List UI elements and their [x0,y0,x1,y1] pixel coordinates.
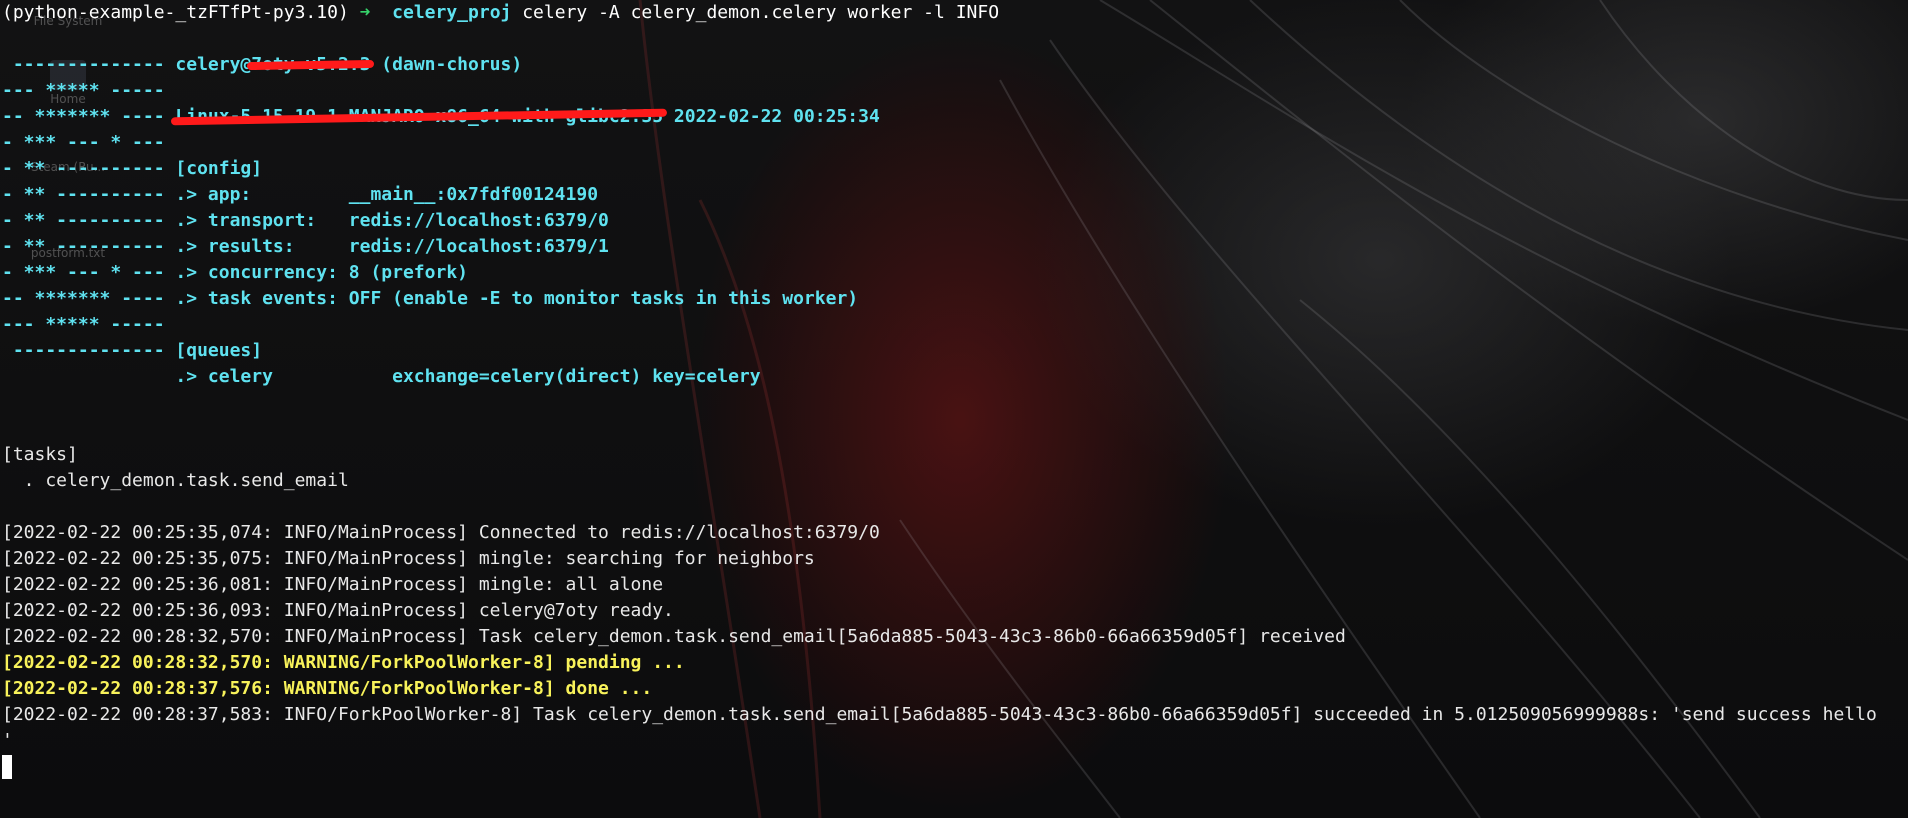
log-line: [2022-02-22 00:25:35,074: INFO/MainProce… [2,522,880,543]
config-header: [config] [175,158,263,179]
banner-line: -- ******* ---- .> task events: OFF (ena… [2,286,1908,312]
banner-art: -------------- [2,340,176,361]
tasks-header: [tasks] [2,444,78,465]
queues-header: [queues] [175,340,263,361]
config-transport: .> transport: redis://localhost:6379/0 [175,210,609,231]
banner-line: - ** ---------- .> transport: redis://lo… [2,208,1908,234]
banner-art: - ** ---------- [2,158,176,179]
banner-hostname: celery@ [175,54,252,75]
banner-line: - ** ---------- [config] [2,156,1908,182]
banner-line: - *** --- * --- .> concurrency: 8 (prefo… [2,260,1908,286]
current-directory: celery_proj [392,2,512,23]
banner-art: - ** ---------- [2,184,176,205]
banner-art: - *** --- * --- [2,132,165,153]
log-line: [2022-02-22 00:25:36,093: INFO/MainProce… [2,600,674,621]
banner-art [2,366,175,387]
banner-line: - ** ---------- .> results: redis://loca… [2,234,1908,260]
banner-line: -------------- [queues] [2,338,1908,364]
virtualenv-name: (python-example-_tzFTfPt-py3.10) [2,2,349,23]
banner-line: --- ***** ----- [2,312,1908,338]
cursor-line[interactable] [2,754,1908,780]
banner-art: - *** --- * --- [2,262,176,283]
log-line-warning: [2022-02-22 00:28:32,570: WARNING/ForkPo… [2,652,685,673]
log-line-warning: [2022-02-22 00:28:37,576: WARNING/ForkPo… [2,678,653,699]
prompt-arrow-icon: ➜ [359,2,371,23]
banner-art: --- ***** ----- [2,314,165,335]
terminal-window[interactable]: (python-example-_tzFTfPt-py3.10) ➜ celer… [0,0,1908,818]
log-line: [2022-02-22 00:25:35,075: INFO/MainProce… [2,548,815,569]
banner-timestamp: 2022-02-22 00:25:34 [663,106,880,127]
banner-art: - ** ---------- [2,236,176,257]
log-line: [2022-02-22 00:28:37,583: INFO/ForkPoolW… [2,704,1877,725]
banner-art: --- ***** ----- [2,80,165,101]
redacted-value: Linux-5.15.19-1-MANJARO-x86_64-with-glib… [175,106,664,127]
config-task-events: .> task events: OFF (enable -E to monito… [175,288,859,309]
log-line: [2022-02-22 00:28:32,570: INFO/MainProce… [2,626,1346,647]
banner-art: -- ******* ---- [2,288,176,309]
queue-entry: .> celery exchange=celery(direct) key=ce… [175,366,761,387]
redacted-value: 7oty v5.2.3 [251,54,371,75]
command-text: celery -A celery_demon.celery worker -l … [522,2,1000,23]
banner-art: -------------- [2,54,176,75]
prompt-line: (python-example-_tzFTfPt-py3.10) ➜ celer… [2,0,1908,26]
banner-line: - *** --- * --- [2,130,1908,156]
banner-art: -- ******* ---- [2,106,176,127]
log-line: ' [2,730,13,751]
banner-line: .> celery exchange=celery(direct) key=ce… [2,364,1908,390]
config-app: .> app: __main__:0x7fdf00124190 [175,184,599,205]
banner-line: -------------- celery@7oty v5.2.3 (dawn-… [2,52,1908,78]
banner-line: -- ******* ---- Linux-5.15.19-1-MANJARO-… [2,104,1908,130]
text-cursor [2,755,12,779]
config-results: .> results: redis://localhost:6379/1 [175,236,609,257]
log-line: [2022-02-22 00:25:36,081: INFO/MainProce… [2,574,664,595]
config-concurrency: .> concurrency: 8 (prefork) [175,262,468,283]
banner-line: - ** ---------- .> app: __main__:0x7fdf0… [2,182,1908,208]
banner-codename: (dawn-chorus) [370,54,523,75]
banner-line: --- ***** ----- [2,78,1908,104]
task-entry: . celery_demon.task.send_email [2,470,349,491]
banner-art: - ** ---------- [2,210,176,231]
redacted-text: 7oty v5.2.3 [251,52,370,78]
redacted-text: Linux-5.15.19-1-MANJARO-x86_64-with-glib… [175,104,663,130]
